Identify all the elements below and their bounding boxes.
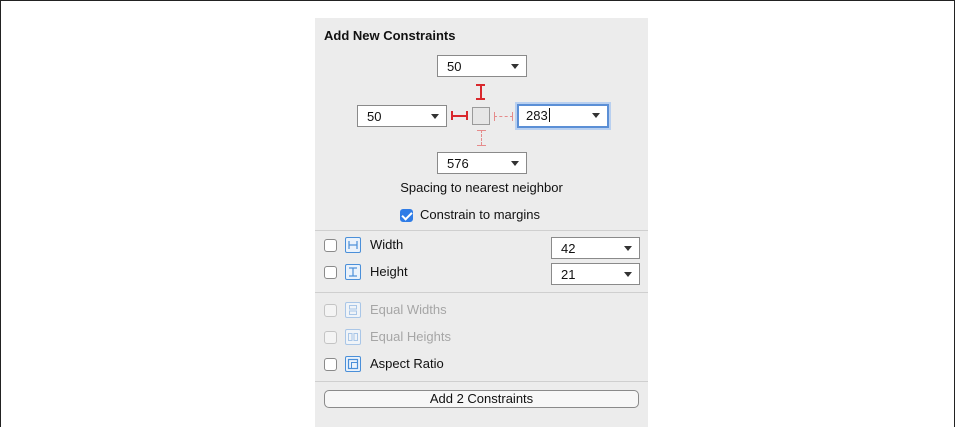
- chevron-down-icon: [511, 161, 519, 166]
- width-label: Width: [370, 237, 404, 252]
- aspect-ratio-checkbox[interactable]: [324, 358, 337, 371]
- spacing-caption: Spacing to nearest neighbor: [400, 180, 563, 195]
- divider: [315, 292, 648, 293]
- width-value: 42: [561, 241, 576, 256]
- constrain-to-margins-checkbox[interactable]: [400, 209, 413, 222]
- right-spacing-value: 283: [526, 108, 550, 123]
- height-value-dropdown[interactable]: 21: [551, 263, 640, 285]
- panel-title: Add New Constraints: [324, 28, 456, 43]
- width-value-dropdown[interactable]: 42: [551, 237, 640, 259]
- height-value: 21: [561, 267, 576, 282]
- text-caret: [548, 108, 550, 122]
- add-constraints-panel: Add New Constraints 50 50 283 576 Spacin…: [315, 18, 648, 427]
- chevron-down-icon: [624, 246, 632, 251]
- height-label: Height: [370, 264, 408, 279]
- bottom-strut-cap-bottom: [477, 145, 486, 146]
- equal-heights-checkbox[interactable]: [324, 331, 337, 344]
- chevron-down-icon: [592, 113, 600, 118]
- equal-widths-checkbox[interactable]: [324, 304, 337, 317]
- left-spacing-value: 50: [367, 109, 382, 124]
- equal-widths-label: Equal Widths: [370, 302, 447, 317]
- add-constraints-button[interactable]: Add 2 Constraints: [324, 390, 639, 408]
- chevron-down-icon: [624, 272, 632, 277]
- bottom-spacing-dropdown[interactable]: 576: [437, 152, 527, 174]
- left-spacing-dropdown[interactable]: 50: [357, 105, 447, 127]
- bottom-spacing-value: 576: [447, 156, 469, 171]
- left-strut-cap-right: [466, 111, 468, 120]
- width-checkbox[interactable]: [324, 239, 337, 252]
- aspect-ratio-icon: [345, 356, 361, 372]
- top-spacing-dropdown[interactable]: 50: [437, 55, 527, 77]
- right-spacing-dropdown[interactable]: 283: [517, 104, 609, 128]
- height-icon: [345, 264, 361, 280]
- bottom-strut-line[interactable]: [481, 130, 482, 145]
- equal-widths-icon: [345, 302, 361, 318]
- equal-heights-icon: [345, 329, 361, 345]
- aspect-ratio-label: Aspect Ratio: [370, 356, 444, 371]
- divider: [315, 230, 648, 231]
- width-icon: [345, 237, 361, 253]
- constrain-to-margins-toggle[interactable]: Constrain to margins: [400, 207, 590, 223]
- selected-view-box: [472, 107, 490, 125]
- top-strut-cap-bottom: [476, 98, 485, 100]
- right-strut-line[interactable]: [494, 116, 513, 117]
- divider: [315, 381, 648, 382]
- chevron-down-icon: [511, 64, 519, 69]
- constrain-to-margins-label: Constrain to margins: [420, 207, 540, 222]
- equal-heights-label: Equal Heights: [370, 329, 451, 344]
- height-checkbox[interactable]: [324, 266, 337, 279]
- right-strut-cap-right: [512, 112, 513, 121]
- top-strut-line[interactable]: [480, 84, 482, 99]
- top-spacing-value: 50: [447, 59, 462, 74]
- chevron-down-icon: [431, 114, 439, 119]
